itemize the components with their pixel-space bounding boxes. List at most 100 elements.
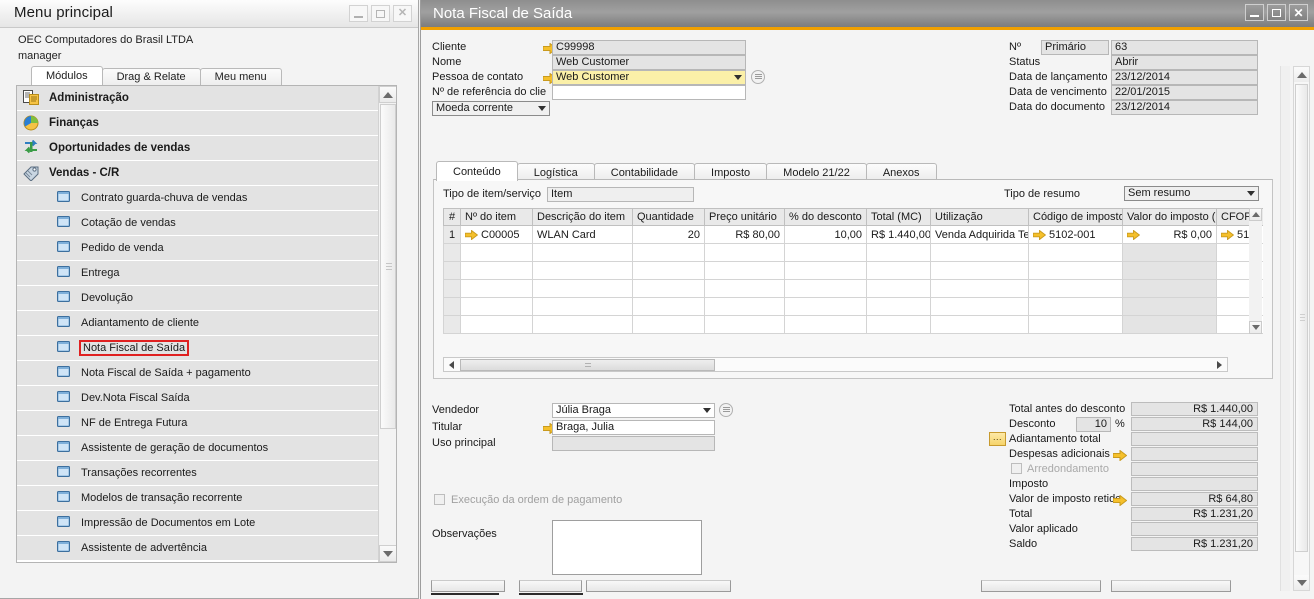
sidebar-item-transa-es-recorrentes[interactable]: Transações recorrentes xyxy=(17,461,379,486)
sidebar-item-cota-o-de-vendas[interactable]: Cotação de vendas xyxy=(17,211,379,236)
grid-cell-empty[interactable] xyxy=(784,297,867,316)
table-row-empty[interactable] xyxy=(443,297,1263,316)
grid-column-header[interactable]: Quantidade xyxy=(632,208,705,226)
grid-cell-empty[interactable] xyxy=(632,297,705,316)
link-arrow-icon[interactable] xyxy=(1127,229,1140,240)
footer-button-2[interactable] xyxy=(519,580,582,592)
tab-drag-relate[interactable]: Drag & Relate xyxy=(101,68,201,85)
grid-cell-empty[interactable] xyxy=(1028,297,1123,316)
grid-vertical-scrollbar[interactable] xyxy=(1249,208,1262,334)
adiantamento-dots-button[interactable]: ... xyxy=(989,432,1006,446)
sidebar-item-nota-fiscal-de-sa-da-pagamento[interactable]: Nota Fiscal de Saída + pagamento xyxy=(17,361,379,386)
total-value-field[interactable] xyxy=(1131,522,1258,536)
sidebar-item-contrato-guarda-chuva-de-vendas[interactable]: Contrato guarda-chuva de vendas xyxy=(17,186,379,211)
grid-cell-empty[interactable] xyxy=(704,279,785,298)
chevron-down-icon[interactable] xyxy=(538,106,546,111)
sidebar-item-administra-o[interactable]: Administração xyxy=(17,86,379,111)
total-value-field[interactable] xyxy=(1131,477,1258,491)
footer-button-3[interactable] xyxy=(586,580,731,592)
ref-cliente-field[interactable] xyxy=(552,85,746,100)
grid-column-header[interactable]: Nº do item xyxy=(460,208,533,226)
grid-cell-quantity[interactable]: 20 xyxy=(632,225,705,244)
sidebar-item-assistente-de-gera-o-de-documentos[interactable]: Assistente de geração de documentos xyxy=(17,436,379,461)
data-vencimento-field[interactable]: 22/01/2015 xyxy=(1111,85,1258,100)
grid-column-header[interactable]: Código de imposto xyxy=(1028,208,1123,226)
grid-cell-empty[interactable] xyxy=(1028,315,1123,334)
total-value-field[interactable] xyxy=(1131,447,1258,461)
grid-cell-empty[interactable] xyxy=(1028,279,1123,298)
total-value-field[interactable]: R$ 1.440,00 xyxy=(1131,402,1258,416)
grid-column-header[interactable]: Descrição do item xyxy=(532,208,633,226)
grid-cell-empty[interactable] xyxy=(632,315,705,334)
total-value-field[interactable]: R$ 1.231,20 xyxy=(1131,507,1258,521)
grid-cell-empty[interactable] xyxy=(532,279,633,298)
total-value-field[interactable] xyxy=(1131,432,1258,446)
sidebar-item-nf-de-entrega-futura[interactable]: NF de Entrega Futura xyxy=(17,411,379,436)
grid-scroll-track[interactable] xyxy=(1249,221,1262,321)
link-arrow-icon[interactable] xyxy=(1112,449,1128,462)
pessoa-contato-field[interactable]: Web Customer xyxy=(552,70,746,85)
table-row-empty[interactable] xyxy=(443,243,1263,262)
grid-column-header[interactable]: Preço unitário xyxy=(704,208,785,226)
grid-cell-tax_value_mc[interactable]: R$ 0,00 xyxy=(1122,225,1217,244)
nf-scroll-down-button[interactable] xyxy=(1294,575,1309,590)
grid-cell-empty[interactable] xyxy=(632,261,705,280)
grid-cell-empty[interactable] xyxy=(460,315,533,334)
grid-cell-empty[interactable] xyxy=(460,279,533,298)
total-value-field[interactable]: R$ 64,80 xyxy=(1131,492,1258,506)
grid-cell-empty[interactable] xyxy=(784,315,867,334)
grid-cell-empty[interactable] xyxy=(866,297,931,316)
total-value-field[interactable]: R$ 1.231,20 xyxy=(1131,537,1258,551)
grid-cell-empty[interactable] xyxy=(532,261,633,280)
grid-cell-empty[interactable] xyxy=(1122,279,1217,298)
tab-meu-menu[interactable]: Meu menu xyxy=(199,68,282,85)
data-lancamento-field[interactable]: 23/12/2014 xyxy=(1111,70,1258,85)
numero-serie-field[interactable]: Primário xyxy=(1041,40,1109,55)
chevron-down-icon[interactable] xyxy=(734,75,742,80)
data-documento-field[interactable]: 23/12/2014 xyxy=(1111,100,1258,115)
sidebar-item-vendas-c-r[interactable]: Vendas - C/R xyxy=(17,161,379,186)
grid-cell-empty[interactable] xyxy=(866,279,931,298)
nf-vertical-scrollbar[interactable] xyxy=(1293,66,1310,591)
sidebar-item-pedido-de-venda[interactable]: Pedido de venda xyxy=(17,236,379,261)
grid-cell-empty[interactable] xyxy=(930,315,1029,334)
grid-cell-empty[interactable] xyxy=(1122,315,1217,334)
grid-cell-empty[interactable] xyxy=(930,279,1029,298)
nf-minimize-button[interactable] xyxy=(1245,4,1264,21)
grid-cell-empty[interactable] xyxy=(443,243,461,262)
cliente-field[interactable]: C99998 xyxy=(552,40,746,55)
grid-cell-empty[interactable] xyxy=(866,315,931,334)
grid-cell-num[interactable]: 1 xyxy=(443,225,461,244)
sidebar-item-assistente-de-advert-ncia[interactable]: Assistente de advertência xyxy=(17,536,379,561)
grid-cell-discount_pct[interactable]: 10,00 xyxy=(784,225,867,244)
grid-cell-tax_code[interactable]: 5102-001 xyxy=(1028,225,1123,244)
grid-cell-empty[interactable] xyxy=(784,261,867,280)
nf-maximize-button[interactable] xyxy=(1267,4,1286,21)
grid-cell-empty[interactable] xyxy=(930,297,1029,316)
grid-column-header[interactable]: Total (MC) xyxy=(866,208,931,226)
grid-column-header[interactable]: # xyxy=(443,208,461,226)
sidebar-item-impress-o-de-documentos-em-lote[interactable]: Impressão de Documentos em Lote xyxy=(17,511,379,536)
moeda-corrente-select[interactable]: Moeda corrente xyxy=(432,101,550,116)
tab-modulos[interactable]: Módulos xyxy=(31,66,103,85)
grid-cell-empty[interactable] xyxy=(930,261,1029,280)
grid-cell-empty[interactable] xyxy=(866,243,931,262)
grid-scroll-up-button[interactable] xyxy=(1249,208,1262,221)
grid-cell-total_mc[interactable]: R$ 1.440,00 xyxy=(866,225,931,244)
link-arrow-icon[interactable] xyxy=(1221,229,1234,240)
status-field[interactable]: Abrir xyxy=(1111,55,1258,70)
grid-cell-empty[interactable] xyxy=(1122,261,1217,280)
sidebar-item-modelos-de-transa-o-recorrente[interactable]: Modelos de transação recorrente xyxy=(17,486,379,511)
footer-button-1[interactable] xyxy=(431,580,505,592)
grid-cell-empty[interactable] xyxy=(632,279,705,298)
sidebar-item-entrega[interactable]: Entrega xyxy=(17,261,379,286)
numero-field[interactable]: 63 xyxy=(1111,40,1258,55)
sidebar-item-dev-nota-fiscal-sa-da[interactable]: Dev.Nota Fiscal Saída xyxy=(17,386,379,411)
grid-cell-empty[interactable] xyxy=(1122,243,1217,262)
grid-cell-empty[interactable] xyxy=(1028,243,1123,262)
link-arrow-icon[interactable] xyxy=(1033,229,1046,240)
total-value-field[interactable]: R$ 144,00 xyxy=(1131,417,1258,431)
sidebar-item-devolu-o[interactable]: Devolução xyxy=(17,286,379,311)
chevron-down-icon[interactable] xyxy=(703,408,711,413)
chevron-down-icon[interactable] xyxy=(1247,191,1255,196)
